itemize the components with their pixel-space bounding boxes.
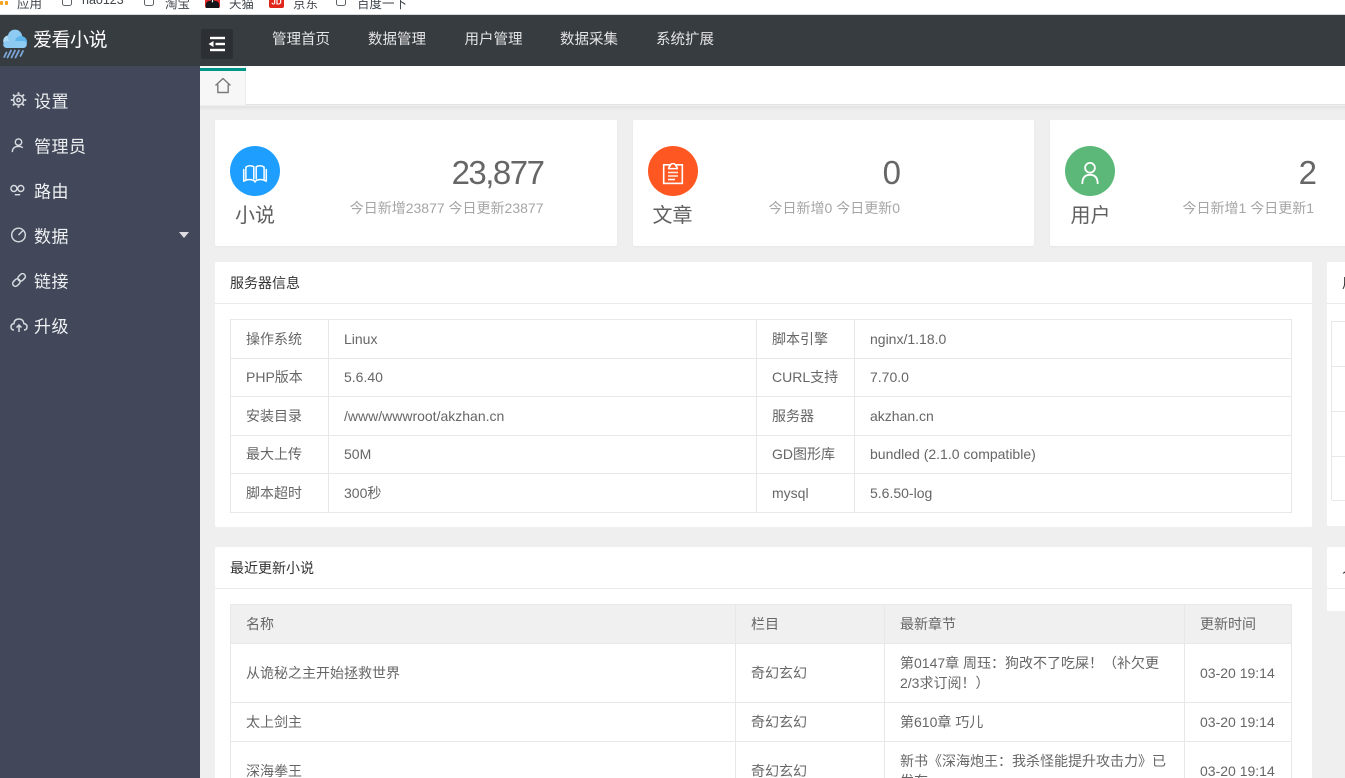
svg-text:JD: JD <box>271 0 281 7</box>
